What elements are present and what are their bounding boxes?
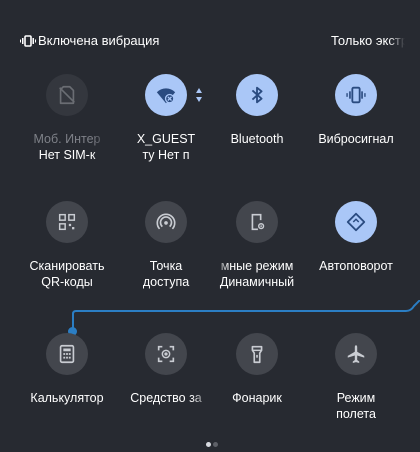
tile-qr-scan-label: Сканировать (29, 259, 105, 273)
tile-system-mode-sub: Динамичный (219, 275, 295, 289)
expand-arrows-icon[interactable] (196, 87, 202, 103)
tile-auto-rotate-button[interactable] (335, 201, 377, 243)
tile-qr-scan-sub: QR-коды (41, 275, 93, 289)
tile-auto-rotate[interactable]: Автоповорот (311, 201, 401, 311)
tile-system-mode-button[interactable] (236, 201, 278, 243)
tile-airplane-label: Режим (336, 391, 376, 405)
airplane-icon (347, 345, 365, 363)
emergency-only-text: Только экстр (331, 33, 405, 48)
tile-system-mode-label: мные режим (220, 259, 294, 273)
status-bar: Включена вибрация Только экстр (0, 0, 420, 58)
tile-wifi-sub: ту Нет п (142, 148, 190, 162)
device-settings-icon (251, 213, 265, 231)
tile-airplane-button[interactable] (335, 333, 377, 375)
tile-wifi-label: X_GUEST (136, 132, 196, 146)
tile-hotspot-button[interactable] (145, 201, 187, 243)
no-sim-icon (59, 85, 75, 105)
wifi-off-icon (156, 88, 176, 104)
page-dot-active (206, 442, 211, 447)
tile-airplane[interactable]: Режим полета (311, 333, 401, 443)
calculator-icon (59, 344, 75, 364)
tile-system-mode[interactable]: мные режим Динамичный (212, 201, 302, 311)
tile-screen-record-button[interactable] (145, 333, 187, 375)
tile-hotspot-sub: доступа (142, 275, 190, 289)
qr-code-icon (58, 213, 76, 231)
edit-hint-connector (72, 300, 420, 330)
flashlight-icon (251, 345, 263, 364)
tile-qr-scan-button[interactable] (46, 201, 88, 243)
tile-calculator-button[interactable] (46, 333, 88, 375)
tile-mobile-data-sub: Нет SIM-к (38, 148, 96, 162)
tile-flashlight-button[interactable] (236, 333, 278, 375)
page-indicator (205, 434, 219, 452)
tile-auto-rotate-label: Автоповорот (319, 259, 393, 273)
page-dot (213, 442, 218, 447)
screen-record-icon (157, 345, 175, 363)
tile-hotspot[interactable]: Точка доступа (121, 201, 211, 311)
tile-screen-record[interactable]: Средство за (121, 333, 211, 443)
tile-vibration[interactable]: Вибросигнал (311, 74, 401, 184)
vibration-status-text: Включена вибрация (38, 33, 160, 48)
tile-mobile-data-label: Моб. Интер (33, 132, 101, 146)
tile-bluetooth-button[interactable] (236, 74, 278, 116)
auto-rotate-icon (346, 212, 366, 232)
tile-mobile-data[interactable]: Моб. Интер Нет SIM-к (22, 74, 112, 184)
hotspot-icon (156, 213, 176, 230)
vibrate-icon (346, 86, 366, 104)
tile-airplane-sub: полета (336, 407, 376, 421)
tile-vibration-button[interactable] (335, 74, 377, 116)
tile-flashlight[interactable]: Фонарик (212, 333, 302, 443)
tile-bluetooth[interactable]: Bluetooth (212, 74, 302, 184)
vibration-icon (20, 35, 36, 47)
tile-calculator-label: Калькулятор (30, 391, 104, 405)
tile-qr-scan[interactable]: Сканировать QR-коды (22, 201, 112, 311)
tile-flashlight-label: Фонарик (232, 391, 282, 405)
tile-screen-record-label: Средство за (130, 391, 202, 405)
bluetooth-icon (251, 86, 263, 104)
tile-wifi-button[interactable] (145, 74, 187, 116)
tile-mobile-data-button[interactable] (46, 74, 88, 116)
tile-calculator[interactable]: Калькулятор (22, 333, 112, 443)
tile-vibration-label: Вибросигнал (318, 132, 394, 146)
tile-bluetooth-label: Bluetooth (230, 132, 284, 146)
tile-hotspot-label: Точка (149, 259, 183, 273)
